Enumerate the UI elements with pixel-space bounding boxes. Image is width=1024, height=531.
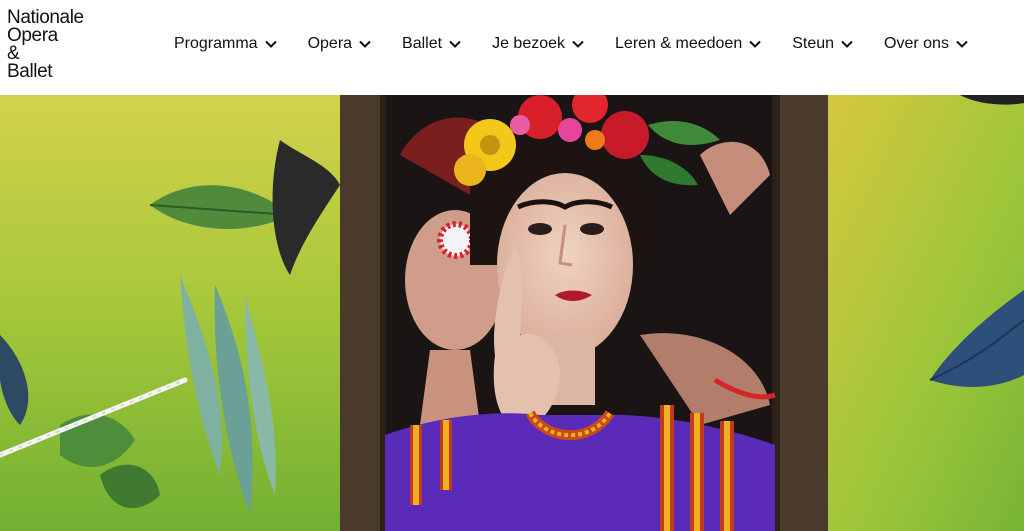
- hero-illustration: [0, 95, 1024, 531]
- backdrop-wall-right: [820, 95, 1024, 531]
- nav-item-ballet[interactable]: Ballet: [402, 32, 462, 56]
- chevron-down-icon: [841, 40, 853, 48]
- site-header: Nationale Opera & Ballet Programma Opera…: [0, 0, 1024, 95]
- nav-item-label: Leren & meedoen: [615, 35, 743, 52]
- nav-item-over-ons[interactable]: Over ons: [884, 32, 969, 56]
- main-navigation: Programma Opera Ballet Je bezoek Leren &…: [174, 32, 969, 56]
- wooden-frame-left: [340, 95, 386, 531]
- nav-item-label: Opera: [307, 35, 353, 52]
- nav-item-leren-meedoen[interactable]: Leren & meedoen: [615, 32, 762, 56]
- nav-item-opera[interactable]: Opera: [308, 32, 372, 56]
- chevron-down-icon: [956, 40, 968, 48]
- chevron-down-icon: [749, 40, 761, 48]
- chevron-down-icon: [572, 40, 584, 48]
- nav-item-je-bezoek[interactable]: Je bezoek: [492, 32, 585, 56]
- nav-item-label: Programma: [174, 35, 258, 52]
- nav-item-steun[interactable]: Steun: [792, 32, 854, 56]
- chevron-down-icon: [449, 40, 461, 48]
- nav-item-label: Je bezoek: [492, 35, 566, 52]
- wooden-frame-right: [772, 95, 828, 531]
- logo-line: Ballet: [7, 61, 53, 82]
- nav-item-programma[interactable]: Programma: [174, 32, 278, 56]
- chevron-down-icon: [359, 40, 371, 48]
- site-logo[interactable]: Nationale Opera & Ballet: [7, 8, 117, 82]
- hero-image: [0, 95, 1024, 531]
- nav-item-label: Steun: [792, 35, 835, 52]
- nav-item-label: Over ons: [884, 35, 949, 52]
- logo-line: Opera: [7, 25, 58, 46]
- nav-item-label: Ballet: [402, 35, 443, 52]
- chevron-down-icon: [264, 40, 277, 48]
